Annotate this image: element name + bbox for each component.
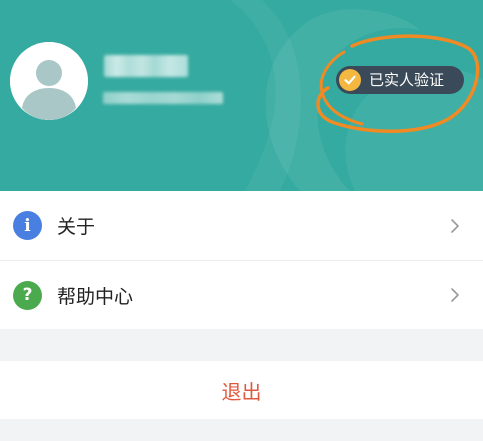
- chevron-right-icon: [451, 218, 459, 233]
- default-user-avatar-icon: [10, 42, 88, 120]
- chevron-right-icon: [451, 288, 459, 302]
- avatar[interactable]: [10, 42, 88, 120]
- question-icon: ?: [13, 280, 42, 310]
- username-redacted: [104, 55, 188, 77]
- info-icon: i: [13, 211, 42, 240]
- menu-item-label: 帮助中心: [57, 285, 134, 308]
- menu-item-about[interactable]: i 关于: [0, 191, 483, 260]
- user-id-redacted: [103, 92, 223, 104]
- checkmark-icon: [339, 69, 361, 91]
- menu-item-label: 关于: [57, 216, 96, 238]
- logout-button[interactable]: 退出: [0, 361, 483, 419]
- profile-header: 已实人验证: [0, 0, 483, 191]
- logout-label: 退出: [221, 379, 262, 404]
- menu-item-help-center[interactable]: ? 帮助中心: [0, 260, 483, 329]
- settings-menu: i 关于 ? 帮助中心: [0, 191, 483, 329]
- verification-badge[interactable]: 已实人验证: [336, 66, 464, 94]
- verification-badge-label: 已实人验证: [369, 71, 445, 89]
- profile-page: 已实人验证 i 关于 ? 帮助中心 退出: [0, 0, 483, 441]
